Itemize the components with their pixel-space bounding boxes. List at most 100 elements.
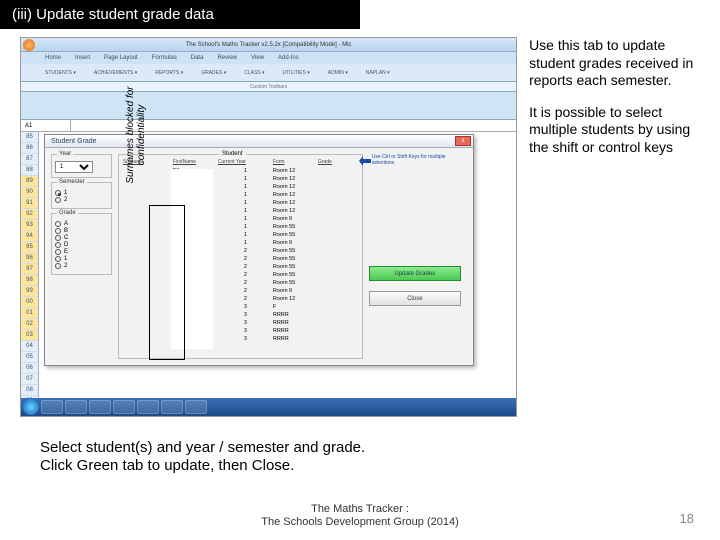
radio-grade-A[interactable]: A xyxy=(55,221,108,227)
list-item[interactable]: Noah1Room 12 xyxy=(123,199,358,207)
radio-icon xyxy=(55,221,61,227)
bottom-instructions: Select student(s) and year / semester an… xyxy=(40,439,365,477)
list-item[interactable]: Sam2Room 55 xyxy=(123,271,358,279)
taskbar-item[interactable] xyxy=(41,400,63,414)
row-header[interactable]: 04 xyxy=(21,341,38,352)
row-header[interactable]: 05 xyxy=(21,352,38,363)
close-icon[interactable]: x xyxy=(455,136,471,146)
taskbar-item[interactable] xyxy=(161,400,183,414)
list-item[interactable]: Alex1Room 12 xyxy=(123,191,358,199)
radio-grade-1[interactable]: 1 xyxy=(55,256,108,262)
radio-grade-E[interactable]: E xyxy=(55,249,108,255)
taskbar-item[interactable] xyxy=(137,400,159,414)
dialog-titlebar: Student Grade x xyxy=(45,135,473,148)
radio-semester-2[interactable]: 2 xyxy=(55,197,108,203)
ribbon-group[interactable]: ADMIN ▾ xyxy=(328,70,348,76)
list-item[interactable]: Tom2Room 55 xyxy=(123,263,358,271)
window-title: The School's Maths Tracker v2.5.2x [Comp… xyxy=(186,42,352,48)
list-item[interactable]: Noah3RRRR xyxy=(123,327,358,335)
ribbon-tab[interactable]: Home xyxy=(45,55,61,61)
row-header[interactable]: 88 xyxy=(21,165,38,176)
ribbon-tab[interactable]: Page Layout xyxy=(104,55,138,61)
ribbon-group[interactable]: NAPLAN ▾ xyxy=(366,70,390,76)
ribbon-tab[interactable]: Review xyxy=(217,55,237,61)
list-item[interactable]: Alyssa3RRRR xyxy=(123,311,358,319)
ribbon-group[interactable]: REPORTS ▾ xyxy=(155,70,183,76)
list-item[interactable]: Jake2Room 55 xyxy=(123,247,358,255)
list-item[interactable]: Ben1Room 9 xyxy=(123,215,358,223)
list-item[interactable]: Tayla1Room 9 xyxy=(123,239,358,247)
list-item[interactable]: Tayla2Room 9 xyxy=(123,287,358,295)
radio-icon xyxy=(55,249,61,255)
list-item[interactable]: Ella1Room 55 xyxy=(123,231,358,239)
row-header[interactable]: 92 xyxy=(21,209,38,220)
taskbar-item[interactable] xyxy=(185,400,207,414)
row-header[interactable]: 85 xyxy=(21,132,38,143)
radio-icon xyxy=(55,263,61,269)
office-button-icon[interactable] xyxy=(23,39,35,51)
ribbon-tab[interactable]: Add-Ins xyxy=(278,55,299,61)
year-select[interactable]: 1 xyxy=(55,161,93,173)
list-item[interactable]: Angel1Room 55 xyxy=(123,223,358,231)
list-item[interactable]: Ella1Room 12 xyxy=(123,167,358,175)
radio-grade-B[interactable]: B xyxy=(55,228,108,234)
list-item[interactable]: Jessi2Room 12 xyxy=(123,295,358,303)
row-header[interactable]: 98 xyxy=(21,275,38,286)
radio-semester-1[interactable]: 1 xyxy=(55,190,108,196)
taskbar-item[interactable] xyxy=(113,400,135,414)
radio-grade-C[interactable]: C xyxy=(55,235,108,241)
row-header[interactable]: 96 xyxy=(21,253,38,264)
ribbon-tab[interactable]: Data xyxy=(191,55,204,61)
ribbon-tab[interactable]: Insert xyxy=(75,55,90,61)
student-list[interactable]: Ella1Room 12Tayla1Room 12Jayci1Room 12Al… xyxy=(123,167,358,342)
row-header[interactable]: 08 xyxy=(21,385,38,396)
row-header[interactable]: 99 xyxy=(21,286,38,297)
row-header[interactable]: 95 xyxy=(21,242,38,253)
name-box[interactable]: A1 xyxy=(21,120,71,131)
row-header[interactable]: 91 xyxy=(21,198,38,209)
row-header[interactable]: 00 xyxy=(21,297,38,308)
list-item[interactable]: Oliver1Room 12 xyxy=(123,207,358,215)
row-header[interactable]: 01 xyxy=(21,308,38,319)
update-grades-button[interactable]: Update Grades xyxy=(369,266,461,281)
list-item[interactable]: Bella2Room 55 xyxy=(123,279,358,287)
ribbon-group[interactable]: STUDENTS ▾ xyxy=(45,70,76,76)
radio-label: 1 xyxy=(64,256,67,262)
row-header[interactable]: 86 xyxy=(21,143,38,154)
radio-grade-2[interactable]: 2 xyxy=(55,263,108,269)
row-header[interactable]: 94 xyxy=(21,231,38,242)
taskbar-item[interactable] xyxy=(89,400,111,414)
multiselect-hint: Use Ctrl or Shift Keys for multiple sele… xyxy=(372,154,467,166)
excel-screenshot: The School's Maths Tracker v2.5.2x [Comp… xyxy=(20,37,517,417)
ribbon-tab[interactable]: Formulas xyxy=(152,55,177,61)
row-header[interactable]: 90 xyxy=(21,187,38,198)
row-header[interactable]: 97 xyxy=(21,264,38,275)
footer-line-2: The Schools Development Group (2014) xyxy=(0,516,720,530)
ribbon-group[interactable]: CLASS ▾ xyxy=(244,70,264,76)
list-item[interactable]: Jayci1Room 12 xyxy=(123,183,358,191)
row-header[interactable]: 93 xyxy=(21,220,38,231)
radio-grade-D[interactable]: D xyxy=(55,242,108,248)
radio-label: 1 xyxy=(64,190,67,196)
list-item[interactable]: Oliver3F xyxy=(123,303,358,311)
row-header[interactable]: 87 xyxy=(21,154,38,165)
close-button[interactable]: Close xyxy=(369,291,461,306)
row-header[interactable]: 02 xyxy=(21,319,38,330)
row-header[interactable]: 03 xyxy=(21,330,38,341)
row-header[interactable]: 07 xyxy=(21,374,38,385)
row-header[interactable]: 89 xyxy=(21,176,38,187)
bottom-line-2: Click Green tab to update, then Close. xyxy=(40,457,365,476)
list-item[interactable]: Ivy3RRRR xyxy=(123,319,358,327)
start-button-icon[interactable] xyxy=(23,399,39,415)
list-item[interactable]: Cooper3RRRR xyxy=(123,335,358,342)
row-header[interactable]: 06 xyxy=(21,363,38,374)
ribbon-group[interactable]: GRADES ▾ xyxy=(201,70,226,76)
list-item[interactable]: Tayla1Room 12 xyxy=(123,175,358,183)
student-list-panel: Student SurnameFirstNameCurrent YearForm… xyxy=(118,154,363,359)
ribbon-tab[interactable]: View xyxy=(251,55,264,61)
ribbon-group[interactable]: UTILITIES ▾ xyxy=(283,70,310,76)
column-header: FirstName xyxy=(173,159,218,165)
list-item[interactable]: Jack2Room 55 xyxy=(123,255,358,263)
taskbar-item[interactable] xyxy=(65,400,87,414)
confidentiality-note: Surnames blocked for confidentiality xyxy=(125,75,147,195)
